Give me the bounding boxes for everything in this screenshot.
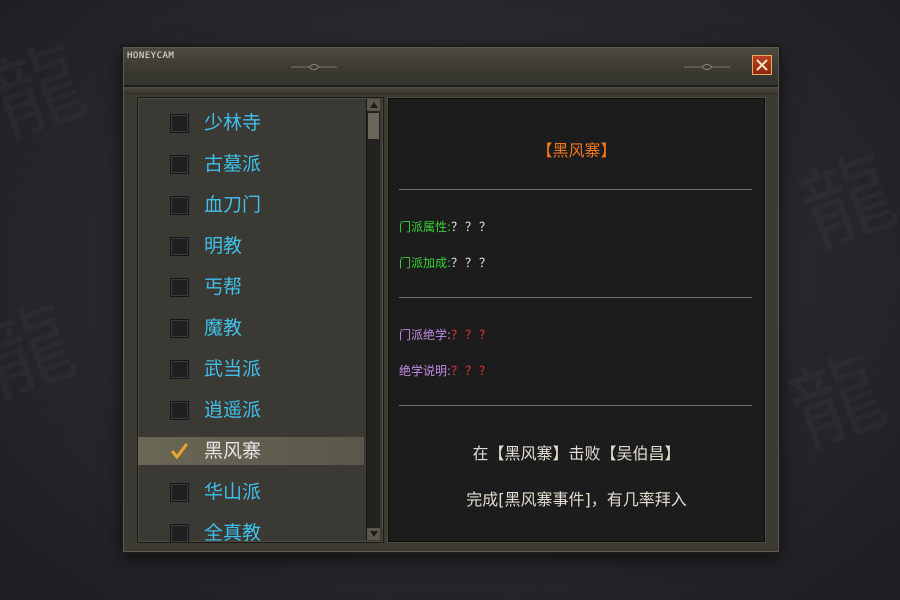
- sect-bonus-label: 门派加成:: [399, 256, 452, 270]
- sect-name: 全真教: [204, 522, 262, 542]
- sect-name: 丐帮: [204, 276, 243, 298]
- sect-title: 【黑风寨】: [536, 141, 617, 160]
- sect-name: 少林寺: [204, 112, 262, 134]
- checkmark-icon: [171, 443, 188, 460]
- sect-list-panel: 少林寺古墓派血刀门明教丐帮魔教武当派逍遥派黑风寨华山派全真教: [137, 97, 384, 543]
- sect-item[interactable]: 黑风寨: [138, 437, 364, 465]
- scroll-down-button[interactable]: [367, 528, 380, 540]
- sect-name: 血刀门: [204, 194, 262, 216]
- sect-checkbox[interactable]: [170, 278, 189, 297]
- sect-checkbox[interactable]: [170, 360, 189, 379]
- sect-item[interactable]: 古墓派: [138, 150, 364, 178]
- sect-checkbox[interactable]: [170, 155, 189, 174]
- sect-name: 魔教: [204, 317, 243, 339]
- background-watermark: 龍: [787, 138, 900, 268]
- scrollbar[interactable]: [366, 99, 380, 540]
- close-button[interactable]: [752, 55, 772, 75]
- sect-item[interactable]: 华山派: [138, 478, 364, 506]
- sect-window: HONEYCAM 少林寺古墓派血刀门明教丐帮魔教武当派逍遥派黑风寨华山派全真教: [123, 47, 779, 552]
- sect-checkbox[interactable]: [170, 114, 189, 133]
- sect-bonus-row: 门派加成:？？？: [399, 254, 493, 271]
- ornament-icon: [291, 64, 337, 70]
- sect-attribute-label: 门派属性:: [399, 220, 452, 234]
- sect-item[interactable]: 明教: [138, 232, 364, 260]
- background-watermark: 龍: [777, 338, 899, 468]
- join-condition-line1: 在【黑风寨】击败【吴伯昌】: [472, 444, 681, 463]
- sect-skill-value: ？？？: [451, 328, 494, 342]
- arrow-up-icon: [369, 102, 378, 108]
- sect-item[interactable]: 少林寺: [138, 109, 364, 137]
- title-bar[interactable]: HONEYCAM: [124, 48, 778, 87]
- sect-checkbox[interactable]: [170, 524, 189, 542]
- title-divider: [124, 87, 778, 95]
- sect-item[interactable]: 逍遥派: [138, 396, 364, 424]
- sect-item[interactable]: 魔教: [138, 314, 364, 342]
- sect-item[interactable]: 武当派: [138, 355, 364, 383]
- sect-name: 逍遥派: [204, 399, 262, 421]
- skill-description-value: ？？？: [451, 364, 494, 378]
- sect-detail-panel: 【黑风寨】 门派属性:？？？ 门派加成:？？？ 门派绝学:？？？ 绝学说明:？？…: [387, 97, 766, 543]
- sect-checkbox[interactable]: [170, 196, 189, 215]
- sect-checkbox[interactable]: [170, 319, 189, 338]
- sect-name: 黑风寨: [204, 440, 262, 462]
- sect-list[interactable]: 少林寺古墓派血刀门明教丐帮魔教武当派逍遥派黑风寨华山派全真教: [138, 98, 364, 542]
- sect-attribute-value: ？？？: [451, 220, 494, 234]
- sect-attribute-row: 门派属性:？？？: [399, 218, 493, 235]
- scroll-up-button[interactable]: [367, 99, 380, 111]
- sect-bonus-value: ？？？: [451, 256, 494, 270]
- sect-item[interactable]: 全真教: [138, 519, 364, 542]
- sect-name: 古墓派: [204, 153, 262, 175]
- sect-name: 明教: [204, 235, 243, 257]
- sect-checkbox[interactable]: [170, 442, 189, 461]
- sect-checkbox[interactable]: [170, 483, 189, 502]
- sect-item[interactable]: 丐帮: [138, 273, 364, 301]
- sect-name: 华山派: [204, 481, 262, 503]
- scroll-thumb[interactable]: [368, 113, 379, 139]
- ornament-icon: [684, 64, 730, 70]
- arrow-down-icon: [369, 531, 378, 537]
- sect-name: 武当派: [204, 358, 262, 380]
- skill-description-label: 绝学说明:: [399, 364, 452, 378]
- sect-checkbox[interactable]: [170, 401, 189, 420]
- sect-skill-label: 门派绝学:: [399, 328, 452, 342]
- skill-description-row: 绝学说明:？？？: [399, 362, 493, 379]
- join-condition-line2: 完成[黑风寨事件]，有几率拜入: [466, 490, 687, 509]
- divider: [399, 405, 752, 406]
- background-watermark: 龍: [0, 28, 99, 158]
- sect-item[interactable]: 血刀门: [138, 191, 364, 219]
- sect-checkbox[interactable]: [170, 237, 189, 256]
- sect-skill-row: 门派绝学:？？？: [399, 326, 493, 343]
- close-icon: [756, 59, 768, 71]
- divider: [399, 189, 752, 190]
- background-watermark: 龍: [0, 288, 89, 418]
- divider: [399, 297, 752, 298]
- recorder-watermark: HONEYCAM: [127, 51, 175, 61]
